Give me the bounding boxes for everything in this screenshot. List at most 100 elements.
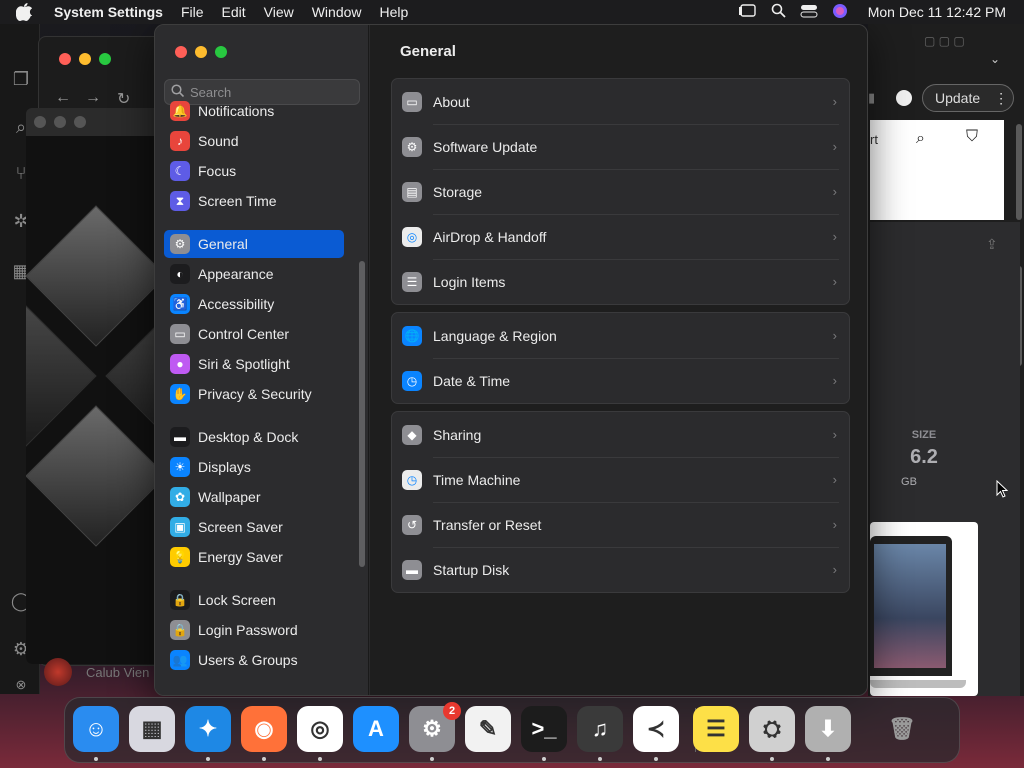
update-button[interactable]: Update ⋮	[922, 84, 1014, 112]
control-center-menubar-icon[interactable]	[800, 4, 818, 21]
minimize-window-icon[interactable]	[195, 46, 207, 58]
chevron-right-icon: ›	[832, 517, 837, 532]
row-language-region[interactable]: 🌐 Language & Region ›	[392, 313, 849, 358]
app-store-icon[interactable]: A	[353, 706, 399, 752]
sidebar-item-privacy-security[interactable]: ✋ Privacy & Security	[164, 380, 344, 408]
zoom-window-icon[interactable]	[74, 116, 86, 128]
menu-edit[interactable]: Edit	[222, 4, 246, 20]
menu-help[interactable]: Help	[380, 4, 409, 20]
share-icon[interactable]: ⇪	[986, 236, 998, 253]
finder-icon[interactable]: ☺	[73, 706, 119, 752]
sidebar-item-sound[interactable]: ♪ Sound	[164, 127, 344, 155]
search-icon[interactable]: ⌕	[916, 130, 925, 148]
trash-icon[interactable]: 🗑	[879, 706, 925, 752]
menubar-clock[interactable]: Mon Dec 11 12:42 PM	[868, 4, 1006, 20]
sidebar-item-label: Privacy & Security	[198, 386, 312, 402]
sidebar-item-screen-saver[interactable]: ▣ Screen Saver	[164, 513, 344, 541]
sidebar-item-lock-screen[interactable]: 🔒 Lock Screen	[164, 586, 344, 614]
sidebar-item-accessibility[interactable]: ♿ Accessibility	[164, 290, 344, 318]
row-transfer-or-reset[interactable]: ↺ Transfer or Reset ›	[392, 502, 849, 547]
sidebar-scrollbar[interactable]	[359, 261, 365, 567]
sidebar-item-login-password[interactable]: 🔒 Login Password	[164, 616, 344, 644]
close-window-icon[interactable]	[34, 116, 46, 128]
scrollbar[interactable]	[1016, 124, 1022, 220]
sidebar-item-label: Accessibility	[198, 296, 275, 312]
system-settings-icon[interactable]: ⚙ 2	[409, 702, 461, 752]
row-date-time[interactable]: ◷ Date & Time ›	[392, 358, 849, 403]
bell-icon: 🔔	[170, 101, 190, 121]
downloads-folder-icon[interactable]: ⬇	[805, 706, 851, 752]
sidebar-item-users-groups[interactable]: 👥 Users & Groups	[164, 646, 344, 674]
monitor-icon: ▭	[402, 91, 422, 112]
sidebar-item-wallpaper[interactable]: ✿ Wallpaper	[164, 483, 344, 511]
back-arrow-icon[interactable]: ←	[55, 89, 71, 107]
minimize-window-icon[interactable]	[54, 116, 66, 128]
sidebar-item-energy-saver[interactable]: 💡 Energy Saver	[164, 543, 344, 571]
sidebar-item-focus[interactable]: ☾ Focus	[164, 157, 344, 185]
sidebar-item-notifications[interactable]: 🔔 Notifications	[164, 97, 344, 125]
update-button-label: Update	[935, 90, 981, 106]
running-indicator	[430, 757, 434, 761]
safari-icon[interactable]: ✦	[185, 706, 231, 752]
garageband-icon[interactable]: ♫	[577, 706, 623, 752]
close-window-icon[interactable]	[59, 53, 71, 65]
menu-view[interactable]: View	[264, 4, 294, 20]
sidebar-item-label: Notifications	[198, 103, 275, 119]
forward-arrow-icon[interactable]: →	[85, 89, 101, 107]
row-sharing[interactable]: ◆ Sharing ›	[392, 412, 849, 457]
textedit-icon[interactable]: ✎	[465, 706, 511, 752]
sidebar-item-siri-spotlight[interactable]: ● Siri & Spotlight	[164, 350, 344, 378]
zoom-window-icon[interactable]	[215, 46, 227, 58]
row-about[interactable]: ▭ About ›	[392, 79, 849, 124]
app-name-menu[interactable]: System Settings	[54, 4, 163, 20]
row-airdrop-handoff[interactable]: ◎ AirDrop & Handoff ›	[392, 214, 849, 259]
hand-icon: ✋	[170, 384, 190, 404]
sidebar-item-displays[interactable]: ☀ Displays	[164, 453, 344, 481]
sidebar-toggle-icon[interactable]: ▮	[868, 90, 875, 106]
settings-group: 🌐 Language & Region › ◷ Date & Time ›	[391, 312, 850, 404]
close-window-icon[interactable]	[175, 46, 187, 58]
row-time-machine[interactable]: ◷ Time Machine ›	[392, 457, 849, 502]
row-label: AirDrop & Handoff	[433, 228, 547, 245]
terminal-icon[interactable]: >_	[521, 706, 567, 752]
siri-menubar-icon[interactable]	[832, 3, 848, 22]
disk-icon: ▬	[402, 559, 422, 580]
more-options-icon[interactable]: ⋮	[994, 90, 1008, 107]
menu-file[interactable]: File	[181, 4, 204, 20]
close-circle-icon[interactable]: ⊗	[10, 674, 32, 696]
notes-icon[interactable]: ☰	[693, 706, 739, 752]
menu-window[interactable]: Window	[312, 4, 362, 20]
chevron-down-icon[interactable]: ⌄	[990, 52, 1000, 66]
sidebar-item-appearance[interactable]: ◐ Appearance	[164, 260, 344, 288]
sidebar-item-label: Appearance	[198, 266, 274, 282]
sidebar-item-label: Sound	[198, 133, 239, 149]
row-startup-disk[interactable]: ▬ Startup Disk ›	[392, 547, 849, 592]
system-settings-window: 🔔 Notifications ♪Sound☾Focus⧗Screen Time ⚙G…	[154, 24, 868, 696]
sidebar-item-desktop-dock[interactable]: ▬ Desktop & Dock	[164, 423, 344, 451]
launchpad-icon[interactable]: ▦	[129, 706, 175, 752]
apple-menu-icon[interactable]	[16, 3, 38, 21]
minimize-window-icon[interactable]	[79, 53, 91, 65]
chrome-icon[interactable]: ◎	[297, 706, 343, 752]
spotlight-search-icon[interactable]	[771, 3, 786, 21]
row-storage[interactable]: ▤ Storage ›	[392, 169, 849, 214]
firefox-icon[interactable]: ◉	[241, 706, 287, 752]
web-page-header: rt ⌕ ⛉	[870, 120, 1004, 220]
dock: ☺ ▦ ✦ ◉ ◎ A ⚙ 2 ✎ >_ ♫ ≺ ☰ ⛭ ⬇ 🗑	[64, 697, 960, 763]
sidebar-item-label: Login Password	[198, 622, 298, 638]
sidebar-item-control-center[interactable]: ▭ Control Center	[164, 320, 344, 348]
shopping-bag-icon[interactable]: ⛉	[966, 128, 978, 146]
reload-icon[interactable]: ↻	[117, 89, 130, 109]
row-login-items[interactable]: ☰ Login Items ›	[392, 259, 849, 304]
profile-icon[interactable]	[896, 90, 912, 106]
vscode-icon[interactable]: ≺	[633, 706, 679, 752]
stage-manager-icon[interactable]	[738, 3, 757, 21]
row-label: Startup Disk	[433, 561, 510, 578]
sidebar-item-general[interactable]: ⚙ General	[164, 230, 344, 258]
zoom-window-icon[interactable]	[99, 53, 111, 65]
disk-utility-icon[interactable]: ⛭	[749, 706, 795, 752]
row-software-update[interactable]: ⚙ Software Update ›	[392, 124, 849, 169]
sidebar-item-label: Displays	[198, 459, 251, 475]
explorer-icon[interactable]: ❐	[10, 68, 32, 90]
sidebar-item-screen-time[interactable]: ⧗ Screen Time	[164, 187, 344, 215]
